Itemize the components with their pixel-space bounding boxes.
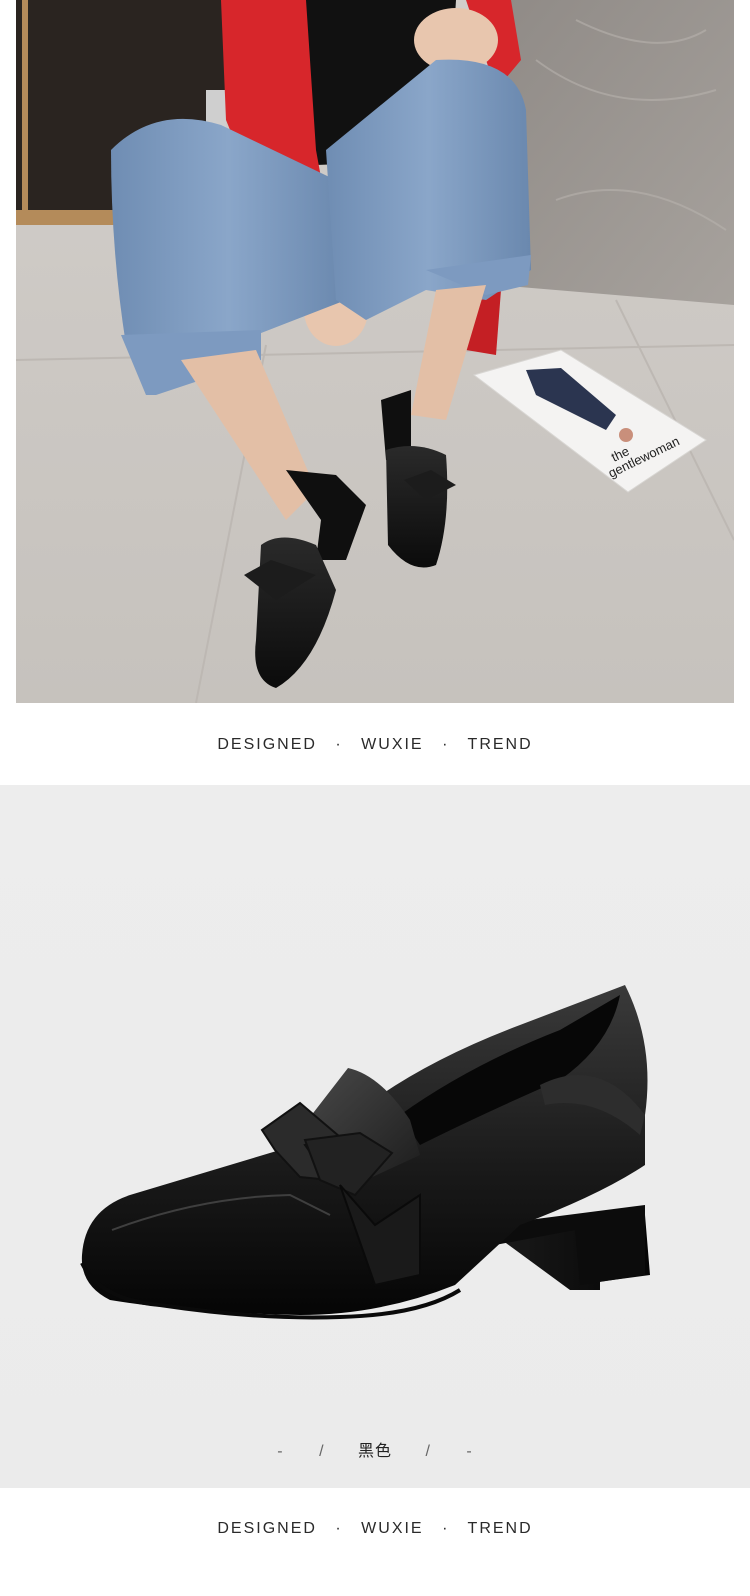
color-caption: - / 黑色 / - xyxy=(0,1437,750,1461)
tagline-wuxie: WUXIE xyxy=(361,736,424,753)
tagline-separator: · xyxy=(442,1520,450,1537)
tagline-designed: DESIGNED xyxy=(217,736,317,753)
tagline-trend: TREND xyxy=(467,1520,533,1537)
tagline-separator: · xyxy=(335,736,343,753)
tagline-designed: DESIGNED xyxy=(217,1520,317,1537)
lifestyle-illustration: the gentlewoman xyxy=(16,0,734,703)
tagline-separator: · xyxy=(335,1520,343,1537)
tagline-separator: · xyxy=(442,736,450,753)
caption-dash: - xyxy=(277,1443,284,1460)
tagline-wuxie: WUXIE xyxy=(361,1520,424,1537)
caption-slash: / xyxy=(425,1443,431,1460)
color-name: 黑色 xyxy=(357,1443,392,1460)
brand-tagline: DESIGNED · WUXIE · TREND xyxy=(0,736,750,754)
caption-slash: / xyxy=(319,1443,325,1460)
caption-dash: - xyxy=(466,1443,473,1460)
black-loafer-shoe xyxy=(80,985,650,1320)
tagline-trend: TREND xyxy=(467,736,533,753)
brand-tagline-bottom: DESIGNED · WUXIE · TREND xyxy=(0,1520,750,1538)
lifestyle-photo: the gentlewoman xyxy=(16,0,734,703)
product-photo xyxy=(0,785,750,1488)
